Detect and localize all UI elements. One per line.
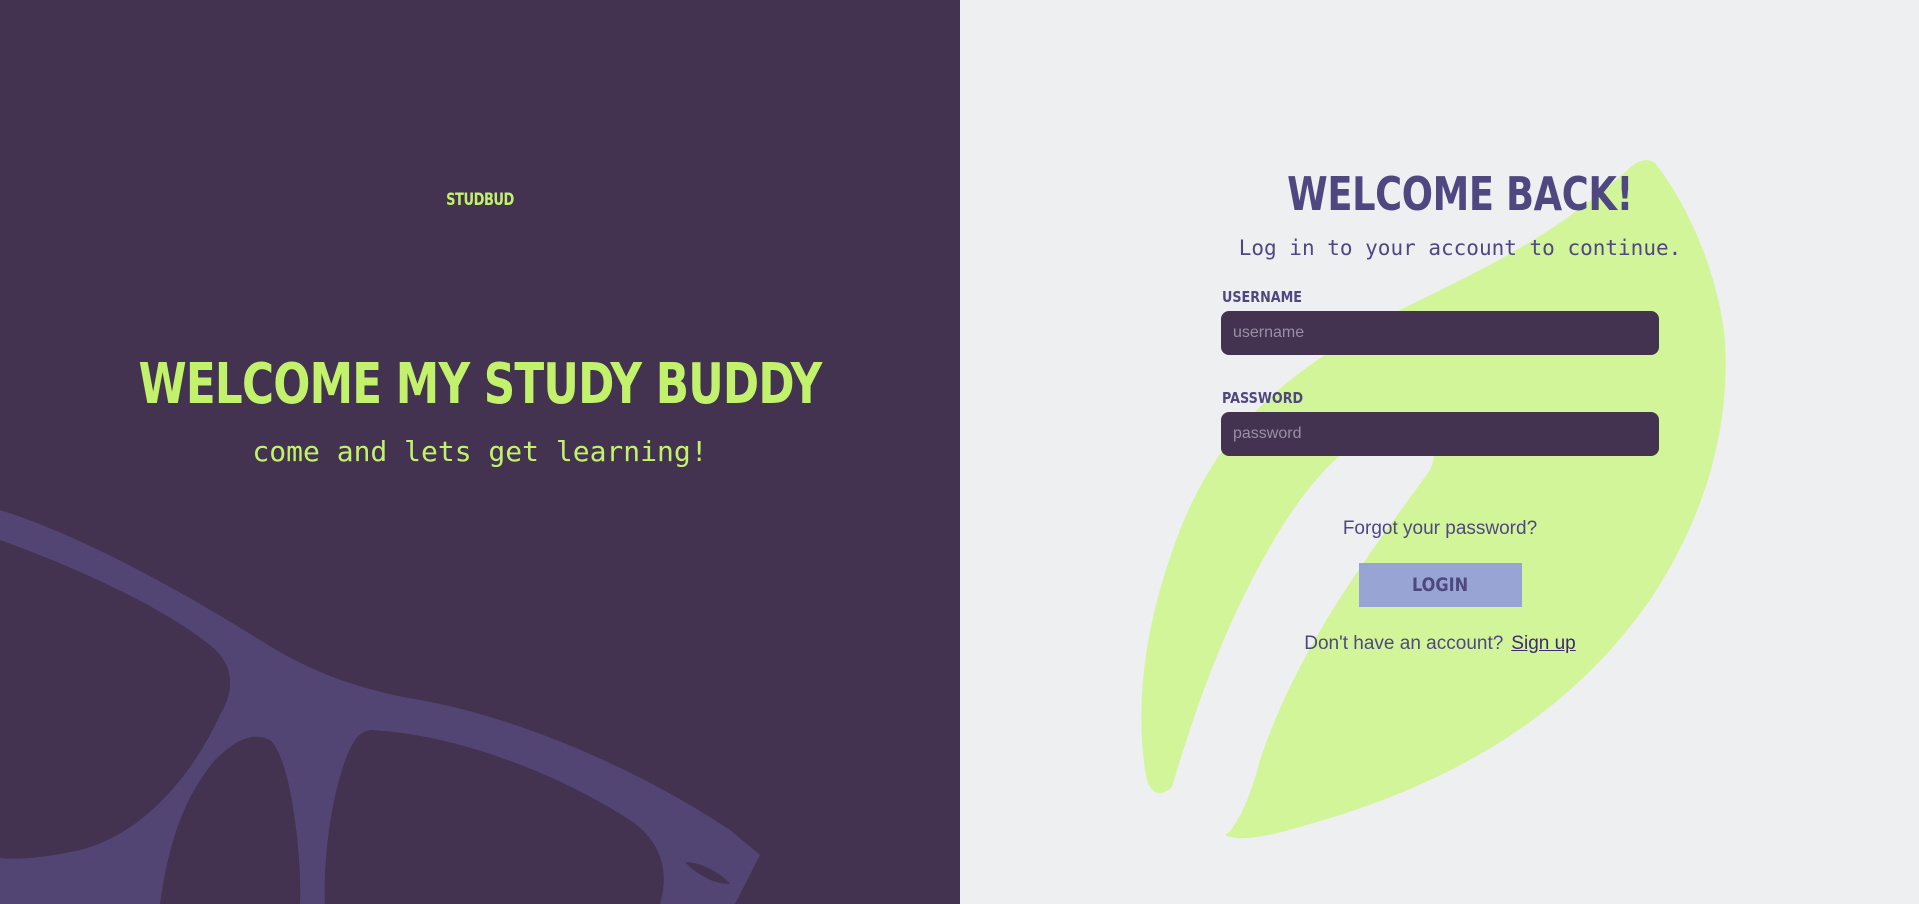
brand-logo-text: STUDBUD <box>446 190 514 210</box>
login-button-label: LOGIN <box>1412 574 1469 596</box>
login-title: WELCOME BACK! <box>1287 167 1633 221</box>
username-label: USERNAME <box>1222 288 1303 306</box>
welcome-panel: STUDBUD WELCOME MY STUDY BUDDY come and … <box>0 0 960 904</box>
username-input[interactable] <box>1221 311 1659 355</box>
welcome-title: WELCOME MY STUDY BUDDY <box>138 352 822 417</box>
signup-link[interactable]: Sign up <box>1511 633 1575 654</box>
signup-prompt: Don't have an account? <box>1304 633 1504 654</box>
login-page: STUDBUD WELCOME MY STUDY BUDDY come and … <box>0 0 1919 904</box>
password-input[interactable] <box>1221 412 1659 456</box>
welcome-subtitle: come and lets get learning! <box>252 435 708 468</box>
login-panel: WELCOME BACK! Log in to your account to … <box>960 0 1919 904</box>
login-form: WELCOME BACK! Log in to your account to … <box>1220 160 1700 655</box>
forgot-password-link[interactable]: Forgot your password? <box>1220 518 1660 540</box>
login-button[interactable]: LOGIN <box>1359 563 1522 607</box>
signup-row: Don't have an account? Sign up <box>1220 633 1660 655</box>
password-label: PASSWORD <box>1222 389 1304 407</box>
login-subtitle: Log in to your account to continue. <box>1238 236 1682 260</box>
